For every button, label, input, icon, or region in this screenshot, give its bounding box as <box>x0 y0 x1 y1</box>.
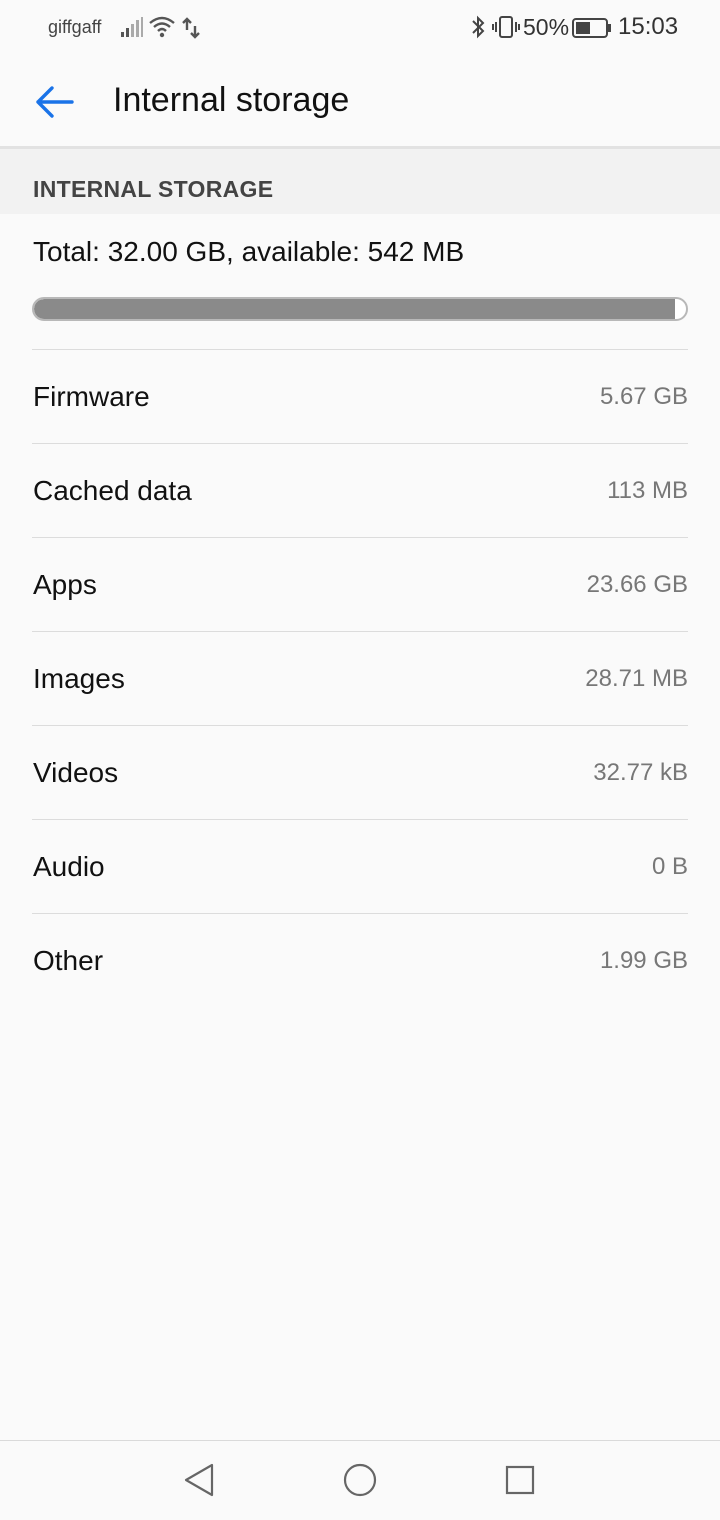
list-item-label: Firmware <box>33 381 150 412</box>
list-item-label: Other <box>33 945 104 976</box>
battery-icon <box>572 18 611 38</box>
clock: 15:03 <box>618 13 679 40</box>
list-item-firmware[interactable]: Firmware 5.67 GB <box>32 350 688 444</box>
section-label: INTERNAL STORAGE <box>33 176 274 202</box>
app-bar: Internal storage <box>0 56 720 148</box>
storage-usage-bar <box>32 297 688 321</box>
battery-percent: 50% <box>523 14 570 40</box>
list-item-value: 113 MB <box>607 477 688 504</box>
vibrate-icon <box>492 16 520 38</box>
screen: giffgaff 50% 15:03 Internal storage INTE… <box>0 0 720 1520</box>
nav-home-icon[interactable] <box>342 1462 378 1498</box>
storage-category-list: Firmware 5.67 GB Cached data 113 MB Apps… <box>32 350 688 1008</box>
page-title: Internal storage <box>113 81 350 119</box>
list-item-value: 1.99 GB <box>599 947 688 974</box>
list-item-label: Images <box>33 663 125 694</box>
bluetooth-icon <box>472 15 485 39</box>
storage-usage-fill <box>34 299 675 319</box>
list-item-value: 23.66 GB <box>586 571 688 598</box>
list-item-images[interactable]: Images 28.71 MB <box>32 632 688 726</box>
signal-icon <box>121 17 143 37</box>
list-item-label: Cached data <box>33 475 192 506</box>
list-item-audio[interactable]: Audio 0 B <box>32 820 688 914</box>
list-item-cached-data[interactable]: Cached data 113 MB <box>32 444 688 538</box>
list-item-other[interactable]: Other 1.99 GB <box>32 914 688 1008</box>
list-item-label: Videos <box>33 757 119 788</box>
section-header: INTERNAL STORAGE <box>0 149 720 214</box>
carrier-name: giffgaff <box>48 17 102 37</box>
data-arrows-icon <box>182 17 200 39</box>
list-item-value: 5.67 GB <box>599 383 688 410</box>
list-item-videos[interactable]: Videos 32.77 kB <box>32 726 688 820</box>
nav-recents-icon[interactable] <box>504 1464 536 1496</box>
list-item-label: Audio <box>33 851 105 882</box>
navigation-bar <box>0 1441 720 1520</box>
storage-summary: Total: 32.00 GB, available: 542 MB <box>33 236 465 267</box>
list-item-label: Apps <box>33 569 97 600</box>
list-item-value: 0 B <box>651 853 688 880</box>
nav-back-icon[interactable] <box>182 1461 218 1499</box>
status-bar: giffgaff 50% 15:03 <box>0 0 720 56</box>
list-item-value: 28.71 MB <box>585 665 688 692</box>
list-item-value: 32.77 kB <box>593 759 688 786</box>
arrow-left-icon[interactable] <box>28 80 82 124</box>
list-item-apps[interactable]: Apps 23.66 GB <box>32 538 688 632</box>
wifi-icon <box>149 16 175 38</box>
